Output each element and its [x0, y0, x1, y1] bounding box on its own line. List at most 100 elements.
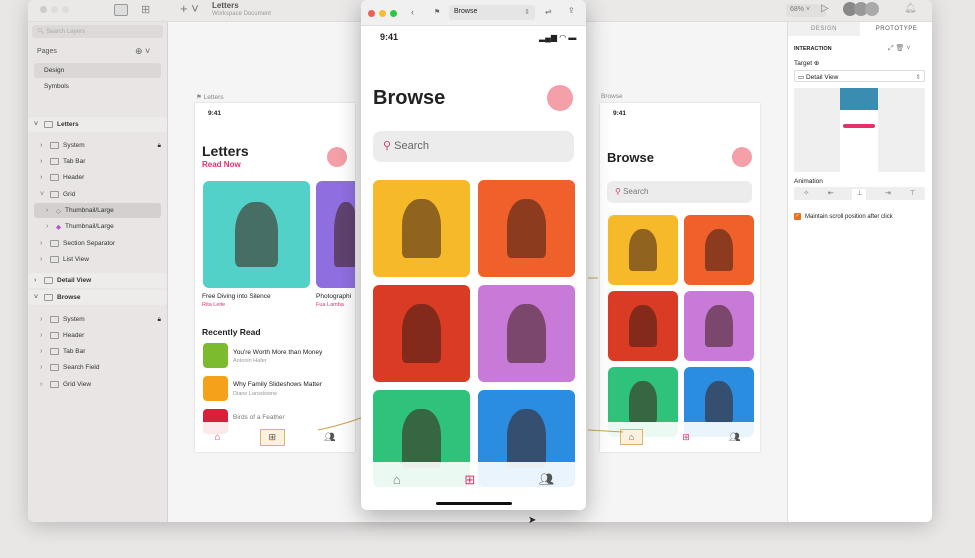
- target-preview: [794, 88, 925, 172]
- layer-label: Header: [63, 332, 85, 339]
- artboard-letters[interactable]: ˅ Letters: [28, 117, 167, 132]
- page-subtitle: Read Now: [202, 160, 241, 169]
- target-select[interactable]: ▭ Detail View ⇕: [794, 70, 925, 82]
- share-icon[interactable]: ⇪: [568, 6, 575, 15]
- layer-search-field[interactable]: › Search Field: [40, 360, 161, 375]
- artboard-detail-view[interactable]: › Detail View: [28, 273, 167, 288]
- search-field[interactable]: ⚲ Search: [607, 181, 752, 203]
- layer-system[interactable]: › System 🔒︎: [40, 138, 161, 153]
- layer-grid[interactable]: ˅ Grid: [40, 187, 161, 202]
- home-indicator: [436, 502, 512, 505]
- layer-section-separator[interactable]: › Section Separator: [40, 236, 161, 251]
- grid-photo[interactable]: [684, 291, 754, 361]
- list-title[interactable]: Birds of a Feather: [233, 414, 285, 421]
- layer-tab-bar[interactable]: › Tab Bar: [40, 344, 161, 359]
- browse-artboard[interactable]: 9:41 Browse ⚲ Search ⌂ ⊞ 👥︎: [600, 103, 760, 452]
- layer-grid-view[interactable]: › Grid View: [40, 377, 161, 392]
- animation-down-icon[interactable]: ⊤: [910, 189, 916, 200]
- folder-icon: [50, 364, 59, 371]
- layer-system[interactable]: › System 🔒︎: [40, 312, 161, 327]
- layer-thumbnail-large-selected[interactable]: › ◇ Thumbnail/Large: [34, 203, 161, 218]
- grid-tab-icon[interactable]: ⊞: [259, 428, 286, 446]
- lock-icon[interactable]: 🔒︎: [158, 316, 161, 324]
- play-icon[interactable]: ▷: [821, 3, 829, 14]
- grid-photo[interactable]: [608, 215, 678, 285]
- home-tab-icon[interactable]: ⌂: [619, 429, 644, 445]
- artboard-name: Letters: [203, 94, 224, 101]
- window-controls[interactable]: [40, 6, 69, 13]
- folder-icon: [50, 256, 59, 263]
- search-layers-input[interactable]: 🔍︎ Search Layers: [32, 25, 163, 38]
- window-controls[interactable]: [368, 10, 397, 17]
- grid-tab-icon[interactable]: ⊞: [464, 472, 475, 488]
- folder-icon: [50, 381, 59, 388]
- mouse-cursor: ➤: [528, 515, 537, 526]
- grid-photo[interactable]: [478, 285, 575, 382]
- animation-up-icon[interactable]: ⊥: [852, 189, 867, 200]
- page-symbols[interactable]: Symbols: [34, 79, 161, 94]
- artboard-label[interactable]: ⚑ Letters: [196, 93, 224, 101]
- layer-header[interactable]: › Header: [40, 328, 161, 343]
- home-tab-icon[interactable]: ⌂: [214, 432, 220, 443]
- inspector-panel: DESIGN PROTOTYPE INTERACTION ⤢ 🗑︎ ˅ Targ…: [787, 22, 932, 522]
- sync-icon[interactable]: ⇌: [545, 7, 552, 16]
- zoom-select[interactable]: 68% ˅: [786, 4, 826, 17]
- layer-thumbnail-large[interactable]: › ◆ Thumbnail/Large: [46, 219, 161, 234]
- target-value: Detail View: [805, 74, 839, 81]
- interaction-actions[interactable]: ⤢ 🗑︎ ˅: [888, 44, 910, 53]
- layer-list-view[interactable]: › List View: [40, 252, 161, 267]
- folder-icon: [50, 240, 59, 247]
- people-tab-icon[interactable]: 👥︎: [324, 432, 335, 443]
- page-design[interactable]: Design: [34, 63, 161, 78]
- tab-prototype[interactable]: PROTOTYPE: [860, 22, 932, 36]
- artboard-select[interactable]: Browse ⇕: [449, 5, 535, 20]
- animation-left-icon[interactable]: ⇤: [828, 189, 834, 200]
- avatar[interactable]: [327, 147, 347, 167]
- maintain-scroll-checkbox[interactable]: ✓ Maintain scroll position after click: [794, 213, 893, 220]
- pages-label: Pages: [37, 48, 57, 55]
- folder-icon: [50, 348, 59, 355]
- artboard-label[interactable]: Browse: [601, 93, 623, 100]
- search-field[interactable]: ⚲ Search: [373, 131, 574, 162]
- add-page-button[interactable]: ⊕ ˅: [135, 46, 150, 57]
- avatar[interactable]: [547, 85, 573, 111]
- animation-right-icon[interactable]: ⇥: [885, 189, 891, 200]
- grid-view-icon[interactable]: ⊞: [141, 3, 150, 16]
- grid-tab-icon[interactable]: ⊞: [682, 432, 690, 443]
- card-image[interactable]: [203, 181, 310, 288]
- letters-artboard[interactable]: 9:41 Letters Read Now Free Diving into S…: [195, 103, 355, 452]
- collaborator-avatars[interactable]: [843, 2, 879, 16]
- insert-button[interactable]: + ˅: [180, 1, 199, 16]
- tab-design[interactable]: DESIGN: [788, 22, 860, 36]
- sidebar-toggle-icon[interactable]: [114, 4, 128, 16]
- artboard-browse[interactable]: ˅ Browse: [28, 290, 167, 305]
- people-tab-icon[interactable]: 👥︎: [729, 432, 740, 443]
- artboard-icon: [44, 121, 53, 128]
- grid-photo[interactable]: [684, 215, 754, 285]
- document-title: Letters: [212, 1, 239, 10]
- grid-photo[interactable]: [608, 291, 678, 361]
- layer-label: Search Field: [63, 364, 100, 371]
- grid-photo[interactable]: [373, 180, 470, 277]
- people-tab-icon[interactable]: 👥︎: [539, 472, 554, 486]
- animation-label: Animation: [794, 178, 823, 185]
- search-icon: ⚲: [383, 140, 392, 152]
- bell-icon[interactable]: 🔔︎: [904, 3, 917, 14]
- avatar[interactable]: [732, 147, 752, 167]
- home-tab-icon[interactable]: ⌂: [393, 472, 401, 487]
- layer-header[interactable]: › Header: [40, 170, 161, 185]
- card-author: Fua Lamba: [316, 302, 344, 308]
- animation-segmented-control[interactable]: ✧ ⇤ ⊥ ⇥ ⊤: [794, 187, 925, 200]
- preview-window: ‹ ⚑ Browse ⇕ ⇌ ⇪ 9:41 ▂▄▆ ◠ ▬ Browse ⚲ Se…: [361, 0, 586, 510]
- list-title[interactable]: You're Worth More than Money: [233, 349, 322, 356]
- list-title[interactable]: Why Family Slideshows Matter: [233, 381, 322, 388]
- lock-icon[interactable]: 🔒︎: [158, 142, 161, 150]
- back-icon[interactable]: ‹: [411, 7, 414, 17]
- grid-photo[interactable]: [478, 180, 575, 277]
- animation-none-icon[interactable]: ✧: [803, 189, 809, 200]
- card-image[interactable]: [316, 181, 355, 288]
- checkbox-checked-icon[interactable]: ✓: [794, 213, 801, 220]
- grid-photo[interactable]: [373, 285, 470, 382]
- layer-tab-bar[interactable]: › Tab Bar: [40, 154, 161, 169]
- list-author: Antonin Hafer: [233, 358, 267, 364]
